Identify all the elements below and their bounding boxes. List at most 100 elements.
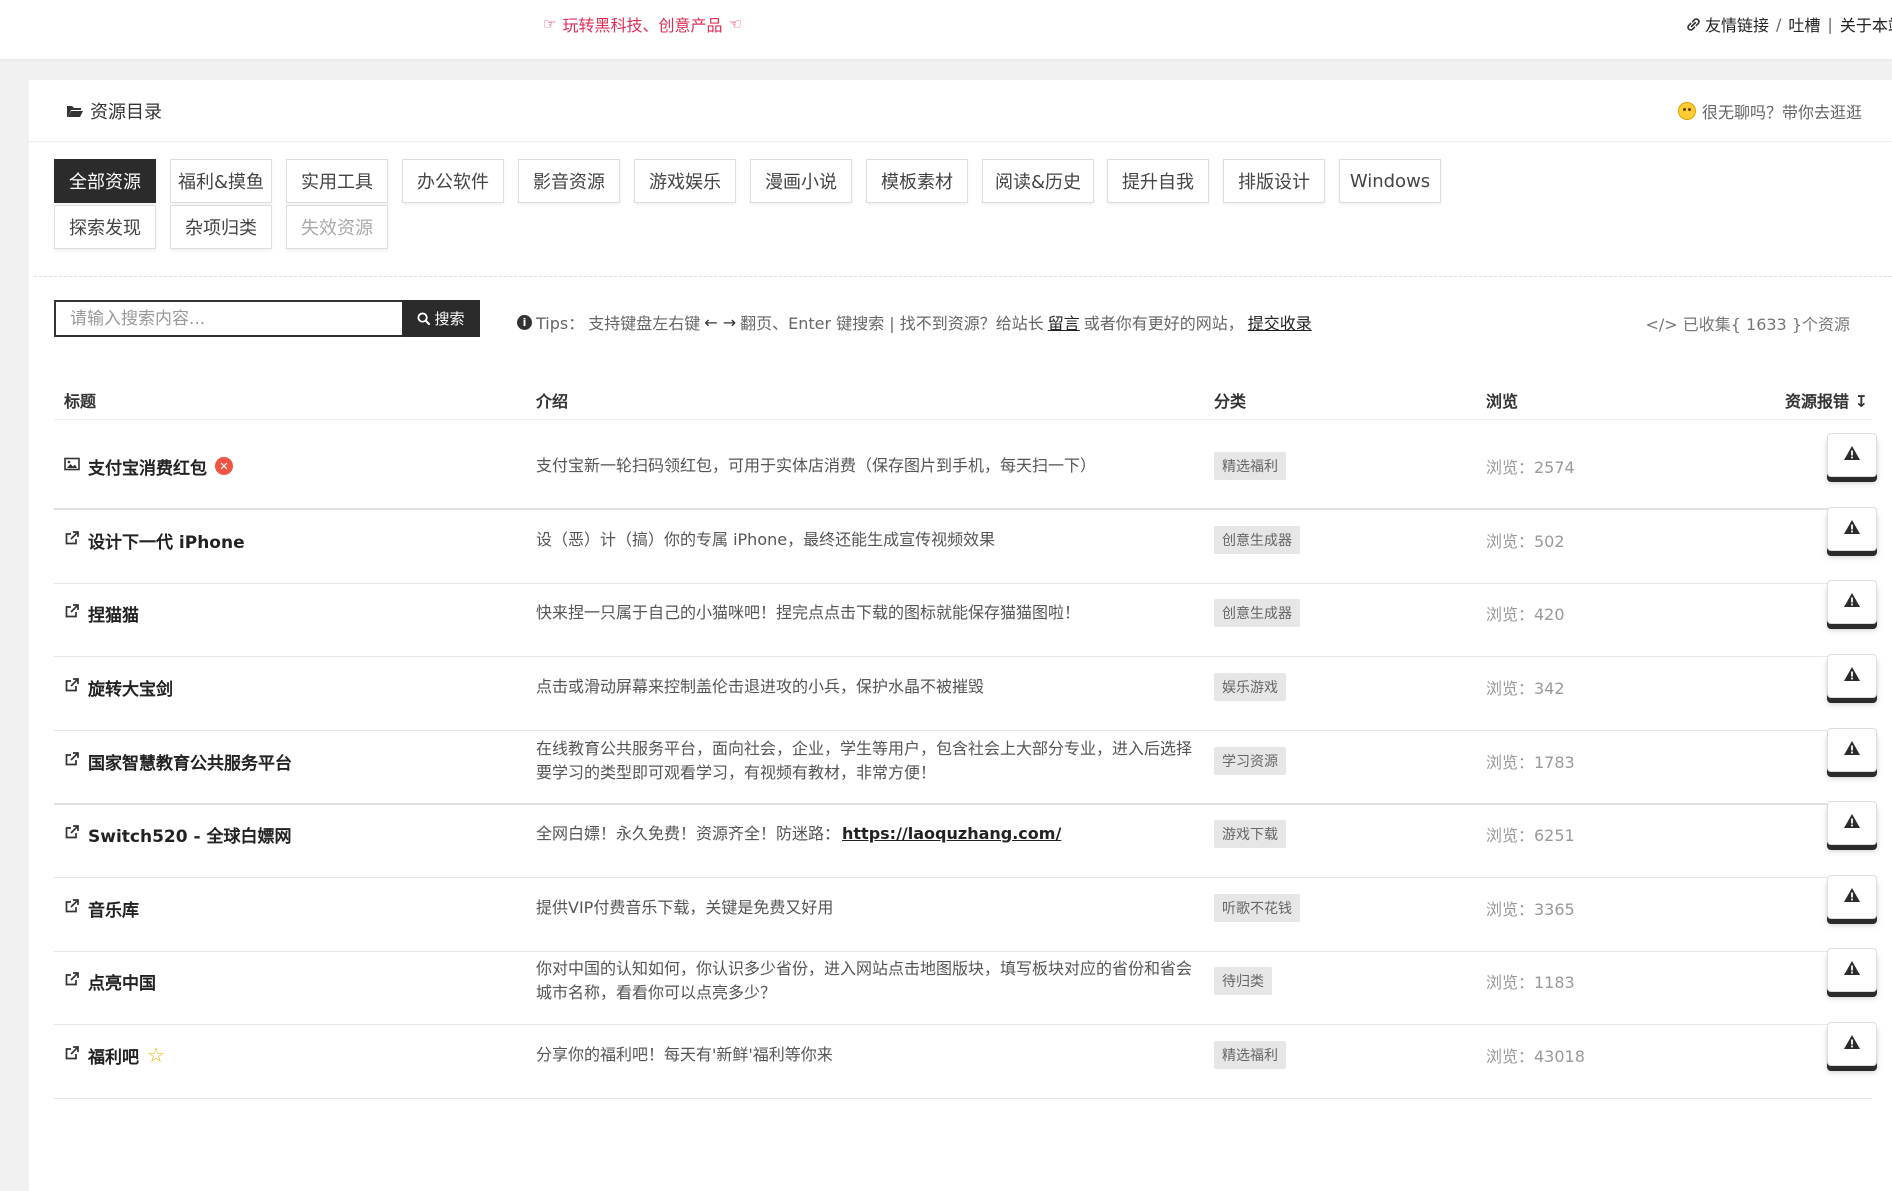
report-button[interactable] xyxy=(1827,1022,1877,1066)
row-description-text: 在线教育公共服务平台，面向社会，企业，学生等用户，包含社会上大部分专业，进入后选… xyxy=(536,739,1193,782)
folder-open-icon xyxy=(67,106,83,117)
slogan-text: 玩转黑科技、创意产品 xyxy=(562,16,723,35)
warning-icon xyxy=(1843,519,1861,539)
warning-icon xyxy=(1843,592,1861,612)
category-tab[interactable]: 实用工具 xyxy=(286,159,388,203)
row-category-tag[interactable]: 创意生成器 xyxy=(1214,526,1300,554)
category-tab[interactable]: 模板素材 xyxy=(866,159,968,203)
row-title-text[interactable]: 设计下一代 iPhone xyxy=(88,528,245,553)
info-icon: i xyxy=(517,314,532,330)
row-category-tag[interactable]: 精选福利 xyxy=(1214,452,1286,480)
friend-links-link[interactable]: 友情链接 xyxy=(1705,12,1769,36)
row-category-tag[interactable]: 游戏下载 xyxy=(1214,820,1286,848)
row-category-tag[interactable]: 创意生成器 xyxy=(1214,599,1300,627)
search-icon xyxy=(417,312,431,325)
top-links: 友情链接 / 吐槽 | 关于本站 xyxy=(1686,12,1892,36)
panel-title-text: 资源目录 xyxy=(90,102,162,123)
row-description-text: 点击或滑动屏幕来控制盖伦击退进攻的小兵，保护水晶不被摧毁 xyxy=(536,677,985,696)
link-separator: | xyxy=(1827,14,1833,34)
category-tab[interactable]: Windows xyxy=(1339,159,1441,203)
external-link-icon xyxy=(64,530,80,551)
row-title-text[interactable]: 国家智慧教育公共服务平台 xyxy=(88,749,292,774)
report-button[interactable] xyxy=(1827,948,1877,992)
message-link[interactable]: 留言 xyxy=(1048,310,1080,334)
emoji-icon xyxy=(1677,102,1696,120)
submit-link[interactable]: 提交收录 xyxy=(1248,310,1312,334)
arrow-keys: ← → xyxy=(704,312,737,332)
row-description-text: 提供VIP付费音乐下载，关键是免费又好用 xyxy=(536,898,834,917)
external-link-icon xyxy=(64,603,80,624)
header-intro: 介绍 xyxy=(536,392,569,411)
panel-header: 资源目录 很无聊吗？带你去逛逛 xyxy=(29,80,1892,142)
category-tab[interactable]: 游戏娱乐 xyxy=(634,159,736,203)
external-link-icon xyxy=(64,971,80,992)
feedback-link[interactable]: 吐槽 xyxy=(1788,12,1820,36)
hand-left-icon: ☜ xyxy=(728,15,742,33)
header-report[interactable]: 资源报错 ↧ xyxy=(1785,388,1868,412)
header-category: 分类 xyxy=(1214,392,1247,411)
search-box: 搜索 xyxy=(54,300,480,337)
row-title-text[interactable]: 福利吧 xyxy=(88,1043,139,1068)
resource-count: </> 已收集{ 1633 }个资源 xyxy=(1645,315,1850,334)
category-tab[interactable]: 探索发现 xyxy=(54,205,156,249)
table-row: 福利吧 ☆ 分享你的福利吧！每天有'新鲜'福利等你来 精选福利 浏览：43018 xyxy=(54,1011,1877,1099)
row-title-text[interactable]: 支付宝消费红包 xyxy=(88,454,207,479)
external-link-icon xyxy=(64,677,80,698)
row-title-text[interactable]: 音乐库 xyxy=(88,896,139,921)
category-tab[interactable]: 杂项归类 xyxy=(170,205,272,249)
row-category-tag[interactable]: 待归类 xyxy=(1214,967,1272,995)
category-tab[interactable]: 全部资源 xyxy=(54,159,156,203)
row-category-tag[interactable]: 听歌不花钱 xyxy=(1214,894,1300,922)
report-button[interactable] xyxy=(1827,580,1877,624)
row-title-text[interactable]: Switch520 - 全球白嫖网 xyxy=(88,822,291,847)
warning-icon xyxy=(1843,960,1861,980)
category-tab[interactable]: 提升自我 xyxy=(1107,159,1209,203)
row-category-tag[interactable]: 精选福利 xyxy=(1214,1041,1286,1069)
row-title-text[interactable]: 捏猫猫 xyxy=(88,601,139,626)
report-button[interactable] xyxy=(1827,433,1877,477)
row-description-text: 设（恶）计（搞）你的专属 iPhone，最终还能生成宣传视频效果 xyxy=(536,530,996,549)
desc-link[interactable]: https://laoquzhang.com/ xyxy=(842,824,1061,843)
row-title[interactable]: 福利吧 ☆ xyxy=(64,1011,165,1099)
report-button[interactable] xyxy=(1827,654,1877,698)
search-button-label: 搜索 xyxy=(434,310,465,328)
category-tab[interactable]: 福利&摸鱼 xyxy=(170,159,272,203)
report-button[interactable] xyxy=(1827,728,1877,772)
random-visit[interactable]: 很无聊吗？带你去逛逛 xyxy=(1677,99,1862,123)
warning-icon xyxy=(1843,445,1861,465)
category-tab[interactable]: 漫画小说 xyxy=(750,159,852,203)
category-tab[interactable]: 办公软件 xyxy=(402,159,504,203)
row-description-text: 全网白嫖！永久免费！资源齐全！防迷路： xyxy=(536,824,841,843)
random-visit-text[interactable]: 很无聊吗？带你去逛逛 xyxy=(1702,99,1862,123)
star-icon: ☆ xyxy=(147,1043,165,1067)
link-separator: / xyxy=(1776,14,1782,34)
row-title-text[interactable]: 点亮中国 xyxy=(88,969,156,994)
tips-text: 或者你有更好的网站， xyxy=(1083,314,1244,333)
category-tab[interactable]: 影音资源 xyxy=(518,159,620,203)
row-description-text: 你对中国的认知如何，你认识多少省份，进入网站点击地图版块，填写板块对应的省份和省… xyxy=(536,959,1193,1002)
external-link-icon xyxy=(64,751,80,772)
report-button[interactable] xyxy=(1827,507,1877,551)
tips-text: 翻页、Enter 键搜索 | 找不到资源？给站长 xyxy=(740,314,1044,333)
tips-text: 支持键盘左右键 xyxy=(588,314,701,333)
search-input[interactable] xyxy=(54,300,402,337)
row-title-text[interactable]: 旋转大宝剑 xyxy=(88,675,173,700)
table-header: 标题 介绍 分类 浏览 资源报错 ↧ xyxy=(54,370,1872,420)
category-tab[interactable]: 失效资源 xyxy=(286,205,388,249)
divider xyxy=(34,276,1892,277)
search-button[interactable]: 搜索 xyxy=(402,300,480,337)
row-category-tag[interactable]: 学习资源 xyxy=(1214,747,1286,775)
category-tab[interactable]: 排版设计 xyxy=(1223,159,1325,203)
about-link[interactable]: 关于本站 xyxy=(1840,12,1892,36)
row-description-text: 支付宝新一轮扫码领红包，可用于实体店消费（保存图片到手机，每天扫一下） xyxy=(536,456,1097,475)
row-description: 分享你的福利吧！每天有'新鲜'福利等你来 xyxy=(536,1011,1196,1099)
category-tab[interactable]: 阅读&历史 xyxy=(982,159,1094,203)
report-button[interactable] xyxy=(1827,875,1877,919)
report-button[interactable] xyxy=(1827,801,1877,845)
row-category-tag[interactable]: 娱乐游戏 xyxy=(1214,673,1286,701)
hand-right-icon: ☞ xyxy=(543,15,557,33)
warning-icon xyxy=(1843,666,1861,686)
row-views: 浏览：43018 xyxy=(1486,1047,1585,1066)
row-description-text: 快来捏一只属于自己的小猫咪吧！捏完点点击下载的图标就能保存猫猫图啦！ xyxy=(536,603,1081,622)
slogan: ☞ 玩转黑科技、创意产品 ☜ xyxy=(543,12,742,36)
